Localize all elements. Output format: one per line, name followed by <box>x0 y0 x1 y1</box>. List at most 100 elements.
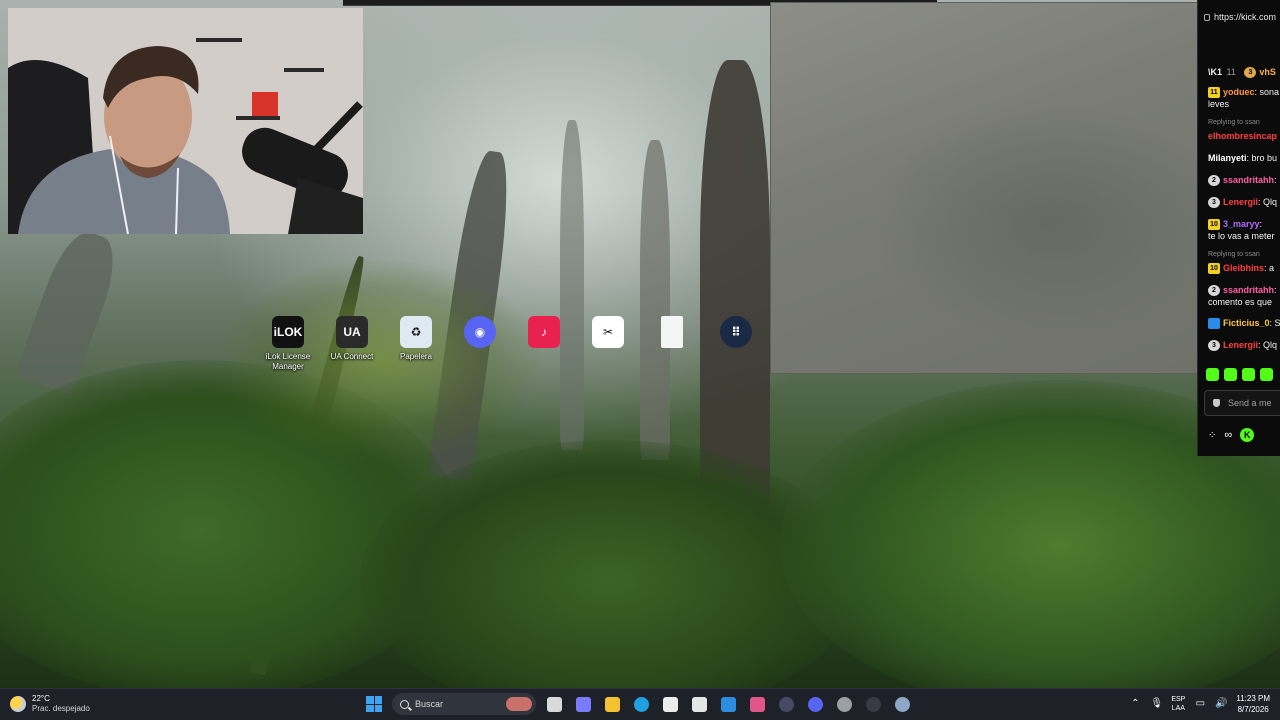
url-text: https://kick.com <box>1214 12 1277 22</box>
desktop-icon[interactable]: ♻ Papelera <box>384 316 448 362</box>
weather-temperature: 22°C <box>32 694 50 703</box>
tiktok-live-icon: ♪ <box>528 316 560 348</box>
chat-message-text: : S <box>1269 318 1280 328</box>
emote-icon[interactable] <box>1206 368 1219 381</box>
taskbar-app-button[interactable] <box>833 693 855 715</box>
chat-message: elhombresincap <box>1208 130 1280 142</box>
chat-message-text: : <box>1274 285 1277 295</box>
site-info-icon[interactable] <box>1204 13 1210 21</box>
chat-badge-icon: 10 <box>1208 219 1220 231</box>
taskbar-app-button[interactable] <box>630 693 652 715</box>
taskbar-app-button[interactable] <box>543 693 565 715</box>
microphone-icon[interactable]: 🎙 <box>1150 698 1163 710</box>
ua-connect-icon: UA <box>336 316 368 348</box>
chat-badge-icon: 2 <box>1208 285 1220 297</box>
weather-widget[interactable]: 22°C Prac. despejado <box>10 694 90 714</box>
chat-message: 3 Lenergii: Qlq <box>1208 196 1280 209</box>
chat-username[interactable]: Gleibhins <box>1223 263 1264 273</box>
infinity-icon[interactable]: ∞ <box>1224 429 1232 441</box>
taskbar-app-button[interactable] <box>804 693 826 715</box>
media-player-icon <box>865 696 881 712</box>
webcam-person-illustration <box>8 8 363 234</box>
chat-username[interactable]: ssandritahh <box>1223 175 1274 185</box>
chat-username[interactable]: yoduec <box>1223 87 1255 97</box>
taskbar-app-button[interactable] <box>717 693 739 715</box>
chat-username[interactable]: 3_maryy <box>1223 219 1260 229</box>
weather-icon <box>10 696 26 712</box>
chat-message: 10 Gleibhins: a <box>1208 262 1280 275</box>
taskbar-app-button[interactable] <box>688 693 710 715</box>
chat-username[interactable]: Lenergii <box>1223 340 1258 350</box>
input-language[interactable]: ESP LAA <box>1171 695 1185 713</box>
start-button[interactable] <box>363 693 385 715</box>
chat-username[interactable]: ssandritahh <box>1223 285 1274 295</box>
chat-bottom-bar: ⁘ ∞ K <box>1208 428 1255 442</box>
windows-logo-icon <box>366 696 382 712</box>
chat-username[interactable]: Milanyeti <box>1208 153 1247 163</box>
capcut-icon: ✂ <box>592 316 624 348</box>
chat-message-continuation: leves <box>1208 99 1230 109</box>
chat-message-text: : Qlq <box>1258 340 1278 350</box>
dots-icon[interactable]: ⁘ <box>1208 430 1216 441</box>
kick-chat-panel: https://kick.com \K1 11 3 vhS 11 yoduec: s… <box>1197 0 1280 456</box>
chevron-up-icon[interactable]: ⌃ <box>1129 698 1141 710</box>
chrome-icon <box>836 696 852 712</box>
emote-icon[interactable] <box>1224 368 1237 381</box>
chat-username[interactable]: elhombresincap <box>1208 131 1277 141</box>
taskbar-app-button[interactable] <box>659 693 681 715</box>
search-highlight-icon <box>506 697 532 711</box>
emote-icon[interactable] <box>1242 368 1255 381</box>
chat-badge-icon: 3 <box>1208 340 1220 352</box>
taskbar-search[interactable]: Buscar <box>392 693 536 715</box>
desktop-icon-label: Papelera <box>399 352 433 361</box>
desktop-icon[interactable]: UA UA Connect <box>320 316 384 362</box>
address-bar[interactable]: https://kick.com <box>1198 8 1280 26</box>
search-icon <box>400 699 409 709</box>
tree-trunk <box>560 120 584 450</box>
emote-icon[interactable] <box>1260 368 1273 381</box>
taskbar-app-button[interactable] <box>775 693 797 715</box>
chat-header-count: 11 <box>1226 67 1236 77</box>
clock[interactable]: 11:23 PM 8/7/2026 <box>1236 693 1270 715</box>
copilot-icon <box>575 696 591 712</box>
chat-message: 11 yoduec: sona <box>1208 86 1280 99</box>
chat-message-continuation: comento es que <box>1208 297 1273 307</box>
chat-message-continuation: te lo vas a meter <box>1208 231 1275 241</box>
chat-badge-icon: 11 <box>1208 87 1220 99</box>
volume-icon[interactable]: 🔊 <box>1215 698 1227 710</box>
network-icon[interactable]: ▭ <box>1194 698 1206 710</box>
ilok-icon: iLOK <box>272 316 304 348</box>
taskbar-app-button[interactable] <box>862 693 884 715</box>
task-view-icon <box>546 696 562 712</box>
edge-icon <box>633 696 649 712</box>
chat-message: 3 Lenergii: Qlq <box>1208 339 1280 352</box>
desktop-icon[interactable]: ✂ <box>576 316 640 352</box>
taskbar-app-button[interactable] <box>746 693 768 715</box>
kick-logo-icon[interactable]: K <box>1240 428 1255 442</box>
mail-icon <box>720 696 736 712</box>
blurred-app-window[interactable] <box>770 2 1198 374</box>
chat-header-user[interactable]: vhS <box>1259 67 1276 77</box>
taskbar-app-button[interactable] <box>601 693 623 715</box>
taskbar: 22°C Prac. despejado Buscar ⌃ 🎙 ESP LAA … <box>0 688 1280 720</box>
taskbar-app-button[interactable] <box>572 693 594 715</box>
chat-message-input[interactable]: Send a me <box>1204 390 1280 416</box>
chat-header-row: \K1 11 3 vhS <box>1208 66 1280 79</box>
taskbar-app-button[interactable] <box>891 693 913 715</box>
desktop-icon[interactable]: ⠿ <box>704 316 768 352</box>
chat-badge-icon: 3 <box>1208 197 1220 209</box>
desktop-icon[interactable] <box>640 316 704 352</box>
chat-input-placeholder: Send a me <box>1228 398 1272 408</box>
reply-note: Replying to ssan <box>1208 251 1260 258</box>
chat-username[interactable]: Ficticius_0 <box>1223 318 1270 328</box>
search-placeholder: Buscar <box>415 699 444 709</box>
desktop-icon[interactable]: ◉ <box>448 316 512 352</box>
chat-message-text: : <box>1274 175 1277 185</box>
desktop-icon-label: UA Connect <box>330 352 374 361</box>
chat-message: 2 ssandritahh: <box>1208 174 1280 187</box>
desktop-icon[interactable]: iLOK iLok License Manager <box>256 316 320 372</box>
desktop-icon[interactable]: ♪ <box>512 316 576 352</box>
chat-message: Milanyeti: bro bu <box>1208 152 1280 164</box>
chat-username[interactable]: Lenergii <box>1223 197 1258 207</box>
taskbar-apps <box>543 693 913 715</box>
